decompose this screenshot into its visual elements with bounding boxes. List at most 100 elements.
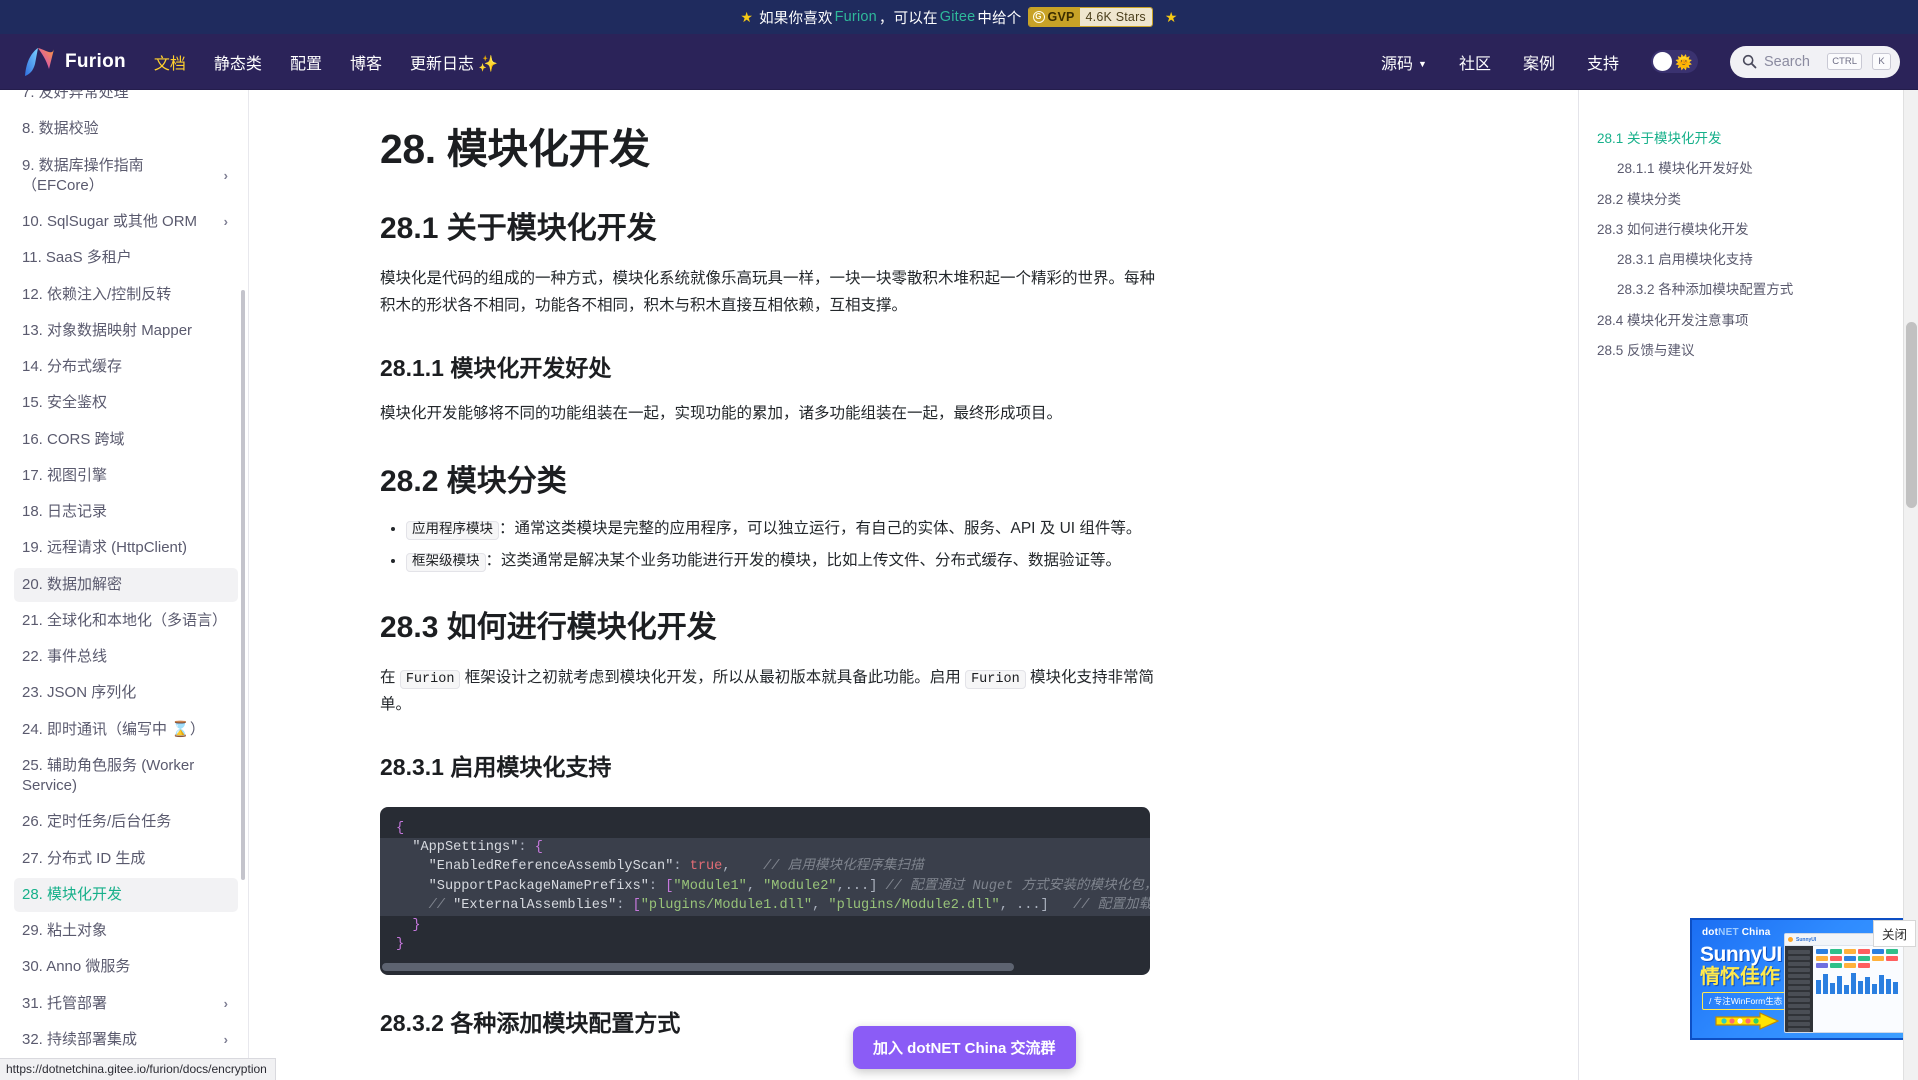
code-horizontal-scrollbar[interactable]	[382, 962, 1014, 971]
sidebar-item[interactable]: 15. 安全鉴权	[14, 386, 238, 420]
nav-links-left: 文档 静态类 配置 博客 更新日志 ✨	[154, 50, 498, 74]
sidebar-item-label: 11. SaaS 多租户	[22, 249, 132, 267]
sidebar-item[interactable]: 12. 依赖注入/控制反转	[14, 278, 238, 312]
browser-page: ★ 如果你喜欢 Furion ，可以在 Gitee 中给个 G GVP 4.6K…	[0, 0, 1918, 1080]
toc-item[interactable]: 28.5 反馈与建议	[1597, 336, 1902, 366]
sidebar-item[interactable]: 32. 持续部署集成 ›	[14, 1023, 238, 1057]
announcement-banner: ★ 如果你喜欢 Furion ，可以在 Gitee 中给个 G GVP 4.6K…	[0, 0, 1918, 34]
nav-link-cases[interactable]: 案例	[1523, 50, 1555, 74]
nav-link-changelog[interactable]: 更新日志 ✨	[410, 50, 498, 74]
sidebar-item[interactable]: 29. 粘土对象	[14, 914, 238, 948]
ad-shot-appname: SunnyUI	[1796, 936, 1817, 943]
sidebar-item[interactable]: 8. 数据校验	[14, 112, 238, 146]
nav-links-right: 源码 ▼ 社区 案例 支持 🌞 Search CTRL K	[1381, 45, 1900, 78]
nav-link-config[interactable]: 配置	[290, 50, 322, 74]
code-token-com: //	[396, 898, 454, 914]
chevron-right-icon[interactable]: ›	[224, 995, 228, 1013]
brand-home-link[interactable]: Furion	[22, 47, 126, 77]
code-lines: { "AppSettings": { "EnabledReferenceAsse…	[380, 807, 1150, 957]
sunnyui-ad-banner[interactable]: 关闭 dotNET China SunnyUI 情怀佳作 / 专注WinForm…	[1690, 918, 1918, 1040]
sidebar-item[interactable]: 17. 视图引擎	[14, 459, 238, 493]
sidebar-list: 7. 友好异常处理 8. 数据校验 9. 数据库操作指南（EFCore） › 10. S…	[0, 90, 248, 1080]
chevron-down-icon: ▼	[1418, 59, 1427, 70]
sidebar-item[interactable]: 21. 全球化和本地化（多语言）	[14, 604, 238, 638]
dotnet-china-logo: dotNET China	[1702, 927, 1771, 938]
code-token-key: "EnabledReferenceAssemblyScan"	[396, 859, 674, 875]
ad-close-button[interactable]: 关闭	[1872, 920, 1916, 947]
nav-link-community[interactable]: 社区	[1459, 50, 1491, 74]
toc-item[interactable]: 28.1.1 模块化开发好处	[1597, 154, 1902, 184]
sun-icon: 🌞	[1675, 53, 1693, 70]
paragraph-28-1: 模块化是代码的组成的一种方式，模块化系统就像乐高玩具一样，一块一块零散积木堆积起…	[380, 270, 1156, 314]
sidebar-item[interactable]: 9. 数据库操作指南（EFCore） ›	[14, 149, 238, 204]
code-token-str: "Module2"	[763, 878, 837, 894]
announce-site-link[interactable]: Gitee	[940, 9, 976, 25]
sidebar-item[interactable]: 24. 即时通讯（编写中 ⌛）	[14, 713, 238, 747]
doc-sidebar: 7. 友好异常处理 8. 数据校验 9. 数据库操作指南（EFCore） › 10. S…	[0, 90, 249, 1080]
sidebar-item[interactable]: 25. 辅助角色服务 (Worker Service)	[14, 749, 238, 804]
doc-article: 28. 模块化开发 28.1 关于模块化开发 模块化是代码的组成的一种方式，模块…	[380, 124, 1170, 1038]
gitee-g-icon: G	[1032, 11, 1045, 23]
sidebar-item-label: 17. 视图引擎	[22, 466, 108, 484]
sidebar-item[interactable]: 23. JSON 序列化	[14, 676, 238, 710]
sidebar-item[interactable]: 28. 模块化开发	[14, 877, 238, 912]
page-scrollbar-thumb[interactable]	[1906, 322, 1917, 508]
module-type-text-1: ：通常这类模块是完整的应用程序，可以独立运行，有自己的实体、服务、API 及 U…	[499, 520, 1142, 538]
search-input[interactable]: Search CTRL K	[1730, 45, 1900, 78]
nav-link-docs[interactable]: 文档	[154, 50, 186, 74]
ad-logo-dot: dot	[1702, 927, 1719, 938]
sidebar-item[interactable]: 13. 对象数据映射 Mapper	[14, 314, 238, 348]
code-token-plain: , ...]	[999, 898, 1074, 914]
sidebar-item-label: 14. 分布式缓存	[22, 358, 123, 375]
sidebar-item-label: 31. 托管部署	[22, 994, 108, 1012]
toc-list: 28.1 关于模块化开发 28.1.1 模块化开发好处 28.2 模块分类 28.3 …	[1597, 124, 1902, 366]
chevron-right-icon[interactable]: ›	[224, 1031, 228, 1049]
sidebar-item[interactable]: 10. SqlSugar 或其他 ORM ›	[14, 205, 238, 239]
theme-toggle[interactable]: 🌞	[1651, 50, 1698, 73]
ad-title: SunnyUI	[1700, 943, 1782, 966]
code-line: "SupportPackageNamePrefixs": ["Module1",…	[380, 876, 1150, 897]
sidebar-item[interactable]: 7. 友好异常处理	[14, 90, 238, 110]
nav-link-source-label: 源码	[1381, 55, 1414, 73]
list-item: 应用程序模块：通常这类模块是完整的应用程序，可以独立运行，有自己的实体、服务、A…	[406, 515, 1170, 543]
sidebar-item[interactable]: 16. CORS 跨域	[14, 423, 238, 457]
nav-link-support[interactable]: 支持	[1587, 50, 1619, 74]
code-token-punc: {	[396, 820, 405, 836]
code-block-appsettings[interactable]: { "AppSettings": { "EnabledReferenceAsse…	[380, 806, 1150, 975]
sidebar-item[interactable]: 27. 分布式 ID 生成	[14, 842, 238, 876]
nav-link-blog[interactable]: 博客	[350, 50, 382, 74]
sidebar-item[interactable]: 11. SaaS 多租户	[14, 241, 238, 275]
sidebar-item[interactable]: 20. 数据加解密	[14, 567, 238, 602]
sidebar-item[interactable]: 30. Anno 微服务	[14, 950, 238, 984]
sidebar-item[interactable]: 22. 事件总线	[14, 640, 238, 674]
chevron-right-icon[interactable]: ›	[224, 213, 228, 231]
code-token-punc: }	[396, 937, 405, 952]
nav-link-source[interactable]: 源码 ▼	[1381, 50, 1427, 74]
code-token-str: "plugins/Module1.dll"	[640, 898, 813, 914]
theme-toggle-knob	[1653, 52, 1672, 71]
join-dotnet-china-button[interactable]: 加入 dotNET China 交流群	[853, 1026, 1076, 1069]
toc-item[interactable]: 28.3.1 启用模块化支持	[1597, 245, 1902, 275]
toc-item[interactable]: 28.2 模块分类	[1597, 185, 1902, 215]
chevron-right-icon[interactable]: ›	[224, 167, 228, 185]
sidebar-item-label: 26. 定时任务/后台任务	[22, 813, 172, 831]
toc-item[interactable]: 28.3.2 各种添加模块配置方式	[1597, 275, 1902, 305]
sidebar-item[interactable]: 14. 分布式缓存	[14, 350, 238, 384]
code-token-key: "SupportPackageNamePrefixs"	[396, 878, 649, 894]
sidebar-item-label: 30. Anno 微服务	[22, 958, 131, 976]
sidebar-item-label: 29. 粘土对象	[22, 922, 108, 939]
sidebar-item[interactable]: 19. 远程请求 (HttpClient)	[14, 531, 238, 565]
heading-28-1-1: 28.1.1 模块化开发好处	[380, 354, 612, 381]
toc-item[interactable]: 28.4 模块化开发注意事项	[1597, 306, 1902, 336]
module-type-code-1: 应用程序模块	[406, 521, 499, 541]
nav-link-static-class[interactable]: 静态类	[214, 50, 262, 74]
sidebar-item[interactable]: 31. 托管部署 ›	[14, 987, 238, 1021]
module-type-text-2: ：这类通常是解决某个业务功能进行开发的模块，比如上传文件、分布式缓存、数据验证等…	[485, 551, 1122, 569]
sidebar-item[interactable]: 18. 日志记录	[14, 495, 238, 529]
sidebar-item[interactable]: 26. 定时任务/后台任务	[14, 805, 238, 839]
sidebar-scrollbar[interactable]	[241, 290, 245, 880]
code-token-plain: ,	[812, 898, 829, 914]
toc-item[interactable]: 28.3 如何进行模块化开发	[1597, 215, 1902, 245]
gvp-stars-badge[interactable]: G GVP 4.6K Stars	[1027, 6, 1153, 28]
toc-item[interactable]: 28.1 关于模块化开发	[1597, 124, 1902, 154]
